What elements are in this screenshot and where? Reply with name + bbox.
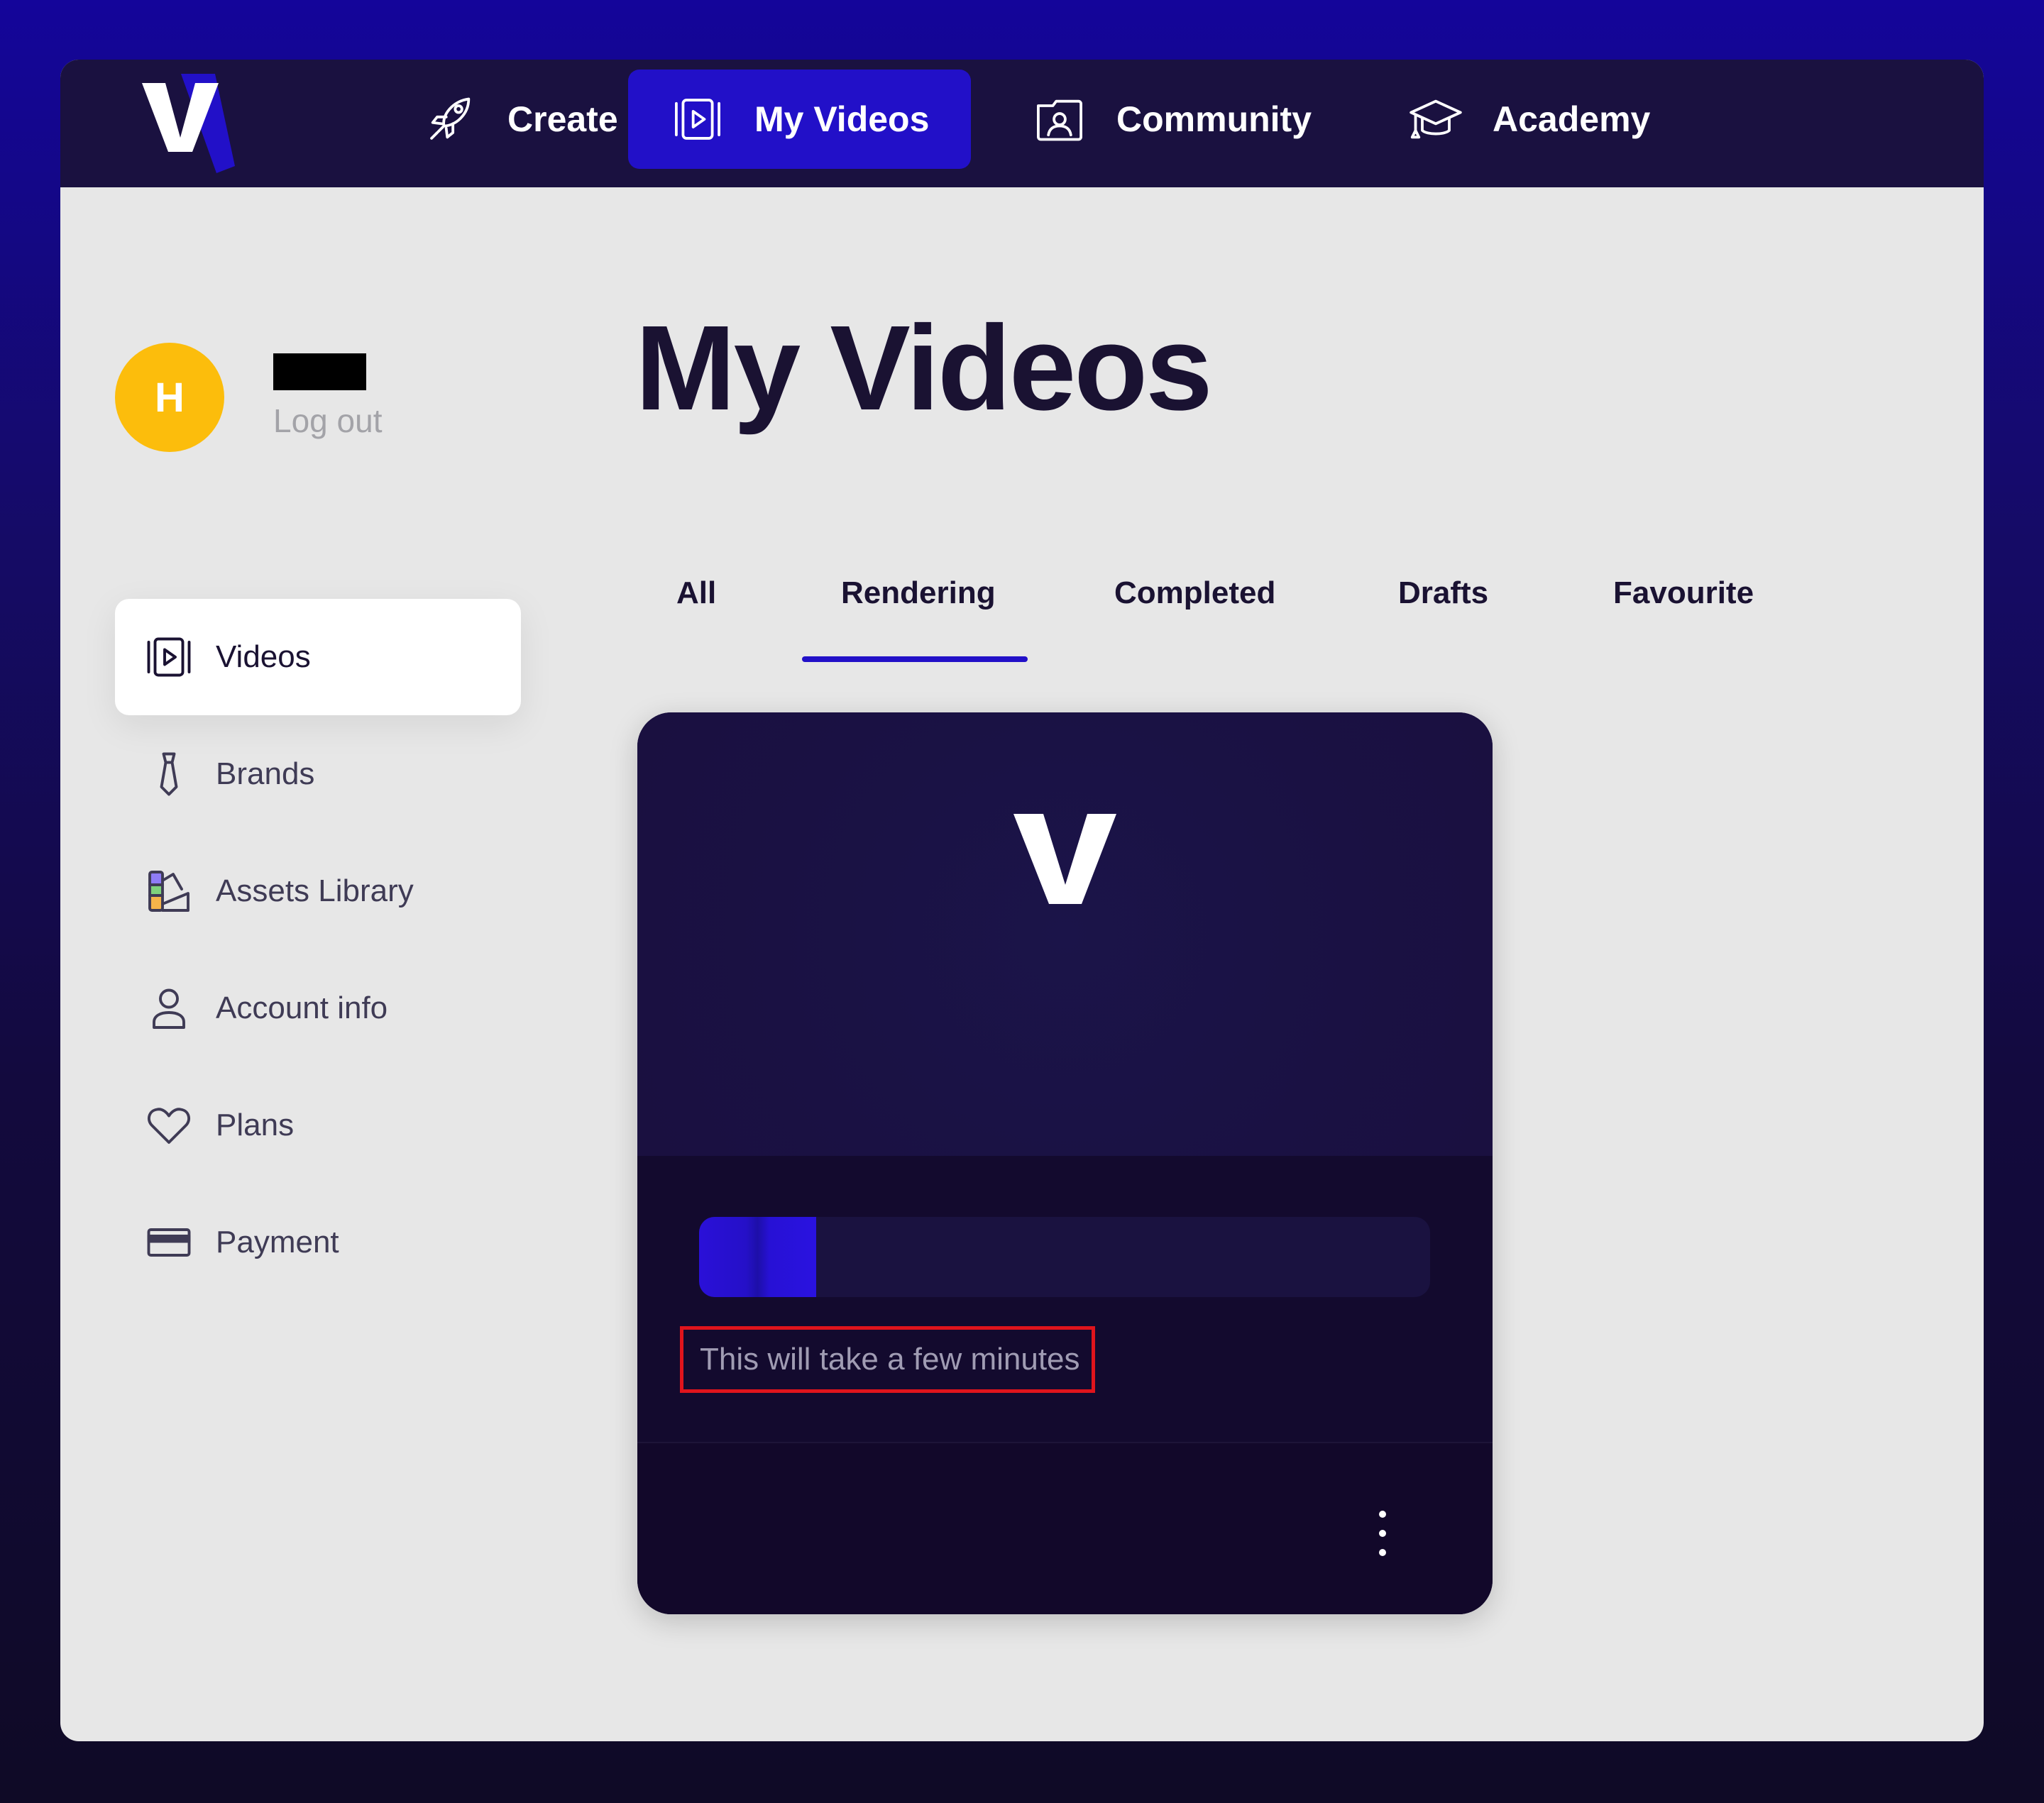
- app-window: Create My Videos Community Academy H Log…: [60, 60, 1984, 1741]
- page-title: My Videos: [635, 301, 1213, 436]
- sidebar-item-payment[interactable]: Payment: [115, 1184, 521, 1301]
- tab-rendering[interactable]: Rendering: [841, 575, 996, 611]
- video-thumbnail[interactable]: [637, 712, 1493, 1156]
- render-status-text: This will take a few minutes: [700, 1342, 1080, 1377]
- username-redacted: [273, 353, 366, 390]
- community-icon: [1037, 99, 1082, 141]
- sidebar-item-label: Account info: [216, 991, 388, 1025]
- avatar[interactable]: H: [115, 343, 224, 452]
- brand-logo-mark: [1013, 814, 1116, 904]
- active-tab-indicator: [802, 656, 1028, 662]
- sidebar-item-account-info[interactable]: Account info: [115, 950, 521, 1066]
- render-progress-fill: [699, 1217, 816, 1297]
- rocket-icon: [430, 97, 471, 140]
- tab-completed[interactable]: Completed: [1114, 575, 1275, 611]
- brand-logo[interactable]: [131, 60, 273, 187]
- sidebar-item-label: Brands: [216, 756, 315, 791]
- dot: [1379, 1511, 1386, 1518]
- video-icon: [143, 632, 194, 683]
- nav-community[interactable]: Community: [1033, 70, 1351, 169]
- sidebar-item-label: Assets Library: [216, 873, 414, 908]
- sidebar-item-assets-library[interactable]: Assets Library: [115, 833, 521, 949]
- tab-favourite[interactable]: Favourite: [1613, 575, 1754, 611]
- more-options-button[interactable]: [1368, 1511, 1397, 1556]
- top-nav: Create My Videos Community Academy: [60, 60, 1984, 187]
- graduation-cap-icon: [1410, 99, 1462, 139]
- sidebar-item-label: Payment: [216, 1225, 339, 1259]
- nav-academy[interactable]: Academy: [1409, 70, 1690, 169]
- user-icon: [143, 983, 194, 1034]
- sidebar-item-brands[interactable]: Brands: [115, 716, 521, 832]
- card-icon: [143, 1217, 194, 1268]
- sidebar-item-videos[interactable]: Videos: [115, 599, 521, 715]
- nav-create-label: Create: [507, 99, 618, 139]
- tab-all[interactable]: All: [676, 575, 716, 611]
- tab-drafts[interactable]: Drafts: [1398, 575, 1488, 611]
- logout-link[interactable]: Log out: [273, 402, 382, 440]
- sidebar-item-label: Videos: [216, 639, 311, 674]
- sidebar-item-plans[interactable]: Plans: [115, 1067, 521, 1184]
- nav-academy-label: Academy: [1493, 99, 1651, 139]
- status-highlight-box: This will take a few minutes: [680, 1326, 1095, 1393]
- sidebar-item-label: Plans: [216, 1108, 295, 1142]
- heart-icon: [143, 1100, 194, 1151]
- avatar-initial: H: [155, 374, 185, 421]
- nav-my-videos-label: My Videos: [754, 99, 930, 139]
- nav-community-label: Community: [1116, 99, 1312, 139]
- card-footer: [637, 1442, 1493, 1614]
- assets-icon: [143, 866, 194, 917]
- tie-icon: [143, 749, 194, 800]
- video-card[interactable]: This will take a few minutes: [637, 712, 1493, 1614]
- dot: [1379, 1549, 1386, 1556]
- render-progress-bar: [699, 1217, 1430, 1297]
- nav-my-videos[interactable]: My Videos: [628, 70, 971, 169]
- nav-create[interactable]: Create: [358, 70, 658, 169]
- video-icon: [675, 99, 720, 140]
- render-status-area: This will take a few minutes: [637, 1156, 1493, 1442]
- dot: [1379, 1530, 1386, 1537]
